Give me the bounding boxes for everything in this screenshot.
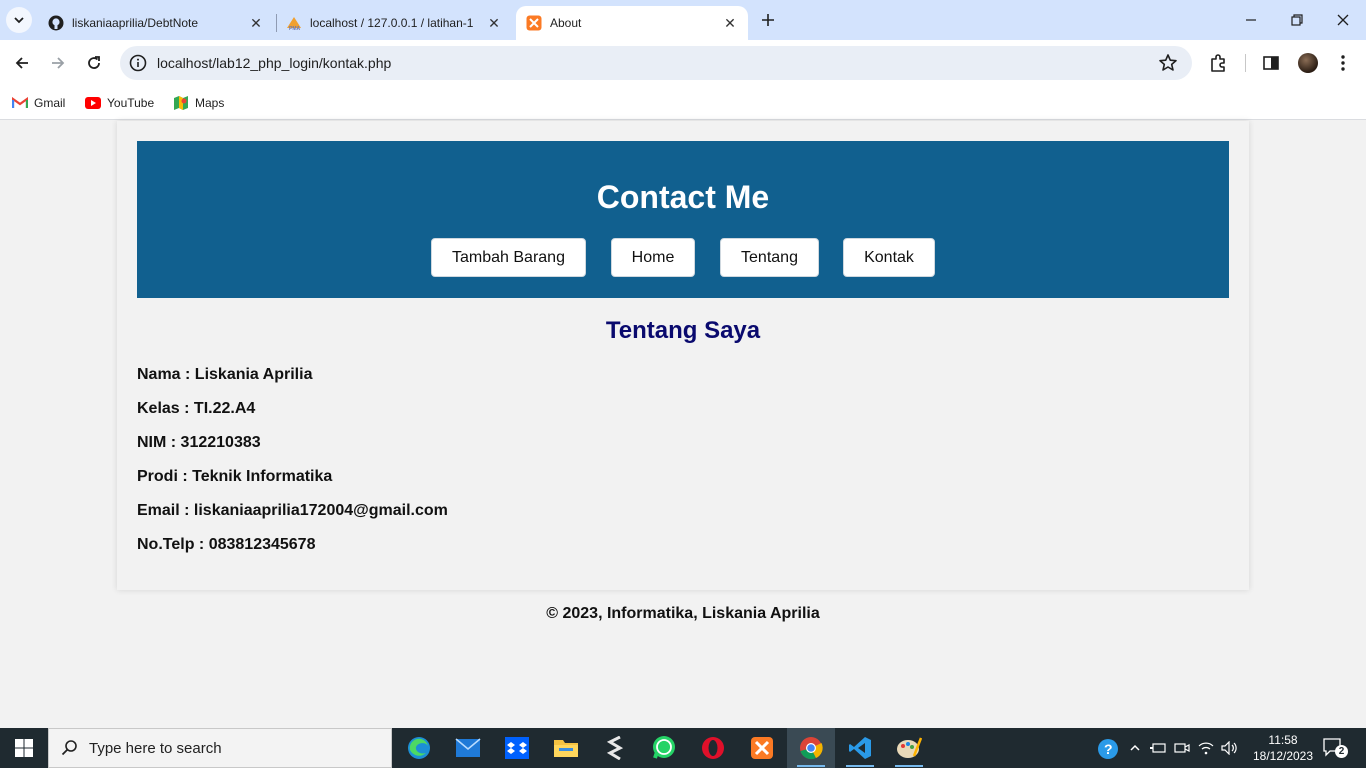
bookmark-label: Gmail [34,96,66,110]
info-telp: No.Telp : 083812345678 [137,536,316,553]
close-icon[interactable]: ✕ [486,15,502,31]
sublime-icon[interactable] [591,728,639,768]
bookmark-youtube[interactable]: YouTube [85,93,154,113]
reload-button[interactable] [80,49,108,77]
info-prodi: Prodi : Teknik Informatika [137,468,333,485]
forward-arrow-icon [52,57,65,69]
back-arrow-icon [15,57,28,69]
site-info-icon[interactable] [129,54,147,72]
search-placeholder: Type here to search [89,739,222,757]
phpmyadmin-icon: PMA [286,15,302,31]
page-header: Contact Me Tambah Barang Home Tentang Ko… [137,141,1229,298]
back-button[interactable] [8,49,36,77]
wifi-icon[interactable] [1196,738,1216,758]
section-title: Tentang Saya [605,317,761,344]
dropbox-icon[interactable] [493,728,541,768]
xampp-icon[interactable] [738,728,786,768]
file-explorer-icon[interactable] [542,728,590,768]
svg-text:?: ? [1104,741,1113,757]
close-icon[interactable]: ✕ [248,15,264,31]
url-text[interactable]: localhost/lab12_php_login/kontak.php [157,55,391,71]
page-footer: © 2023, Informatika, Liskania Aprilia [546,605,820,622]
side-panel-icon[interactable] [1260,52,1282,74]
notification-button[interactable]: 2 [1322,737,1348,759]
maps-icon [173,95,189,111]
chrome-icon[interactable] [787,728,835,768]
tab-github[interactable]: liskaniaaprilia/DebtNote ✕ [38,6,274,40]
opera-icon[interactable] [689,728,737,768]
gmail-icon [12,95,28,111]
svg-text:PMA: PMA [289,26,301,31]
browser-toolbar: localhost/lab12_php_login/kontak.php [0,40,1366,86]
info-kelas: Kelas : TI.22.A4 [137,400,256,417]
minimize-button[interactable] [1228,0,1274,40]
close-icon [1337,14,1349,26]
nav-kontak[interactable]: Kontak [843,238,935,277]
taskbar-search[interactable]: Type here to search [48,728,392,768]
close-window-button[interactable] [1320,0,1366,40]
volume-icon[interactable] [1220,738,1240,758]
profile-avatar[interactable] [1298,53,1318,73]
nav-tambah-barang[interactable]: Tambah Barang [431,238,586,277]
extensions-icon[interactable] [1207,52,1229,74]
taskbar: Type here to search ? 11:58 18/12/2023 2 [0,728,1366,768]
xampp-icon [526,15,542,31]
nav-home[interactable]: Home [611,238,695,277]
bookmark-gmail[interactable]: Gmail [12,93,65,113]
address-bar[interactable]: localhost/lab12_php_login/kontak.php [120,46,1192,80]
reload-icon [88,56,100,69]
info-nama: Nama : Liskania Aprilia [137,366,313,383]
content-container: Contact Me Tambah Barang Home Tentang Ko… [117,121,1249,590]
bookmark-label: YouTube [107,96,155,110]
page-viewport: Contact Me Tambah Barang Home Tentang Ko… [0,121,1366,728]
minimize-icon [1246,19,1256,21]
tab-strip: liskaniaaprilia/DebtNote ✕ PMA localhost… [0,0,1366,40]
tab-title: localhost / 127.0.0.1 / latihan-1 [310,16,474,30]
edge-icon[interactable] [395,728,443,768]
help-icon[interactable]: ? [1097,738,1119,760]
battery-network-icon[interactable] [1148,738,1168,758]
page-title: Contact Me [596,179,770,215]
youtube-icon [85,95,101,111]
tab-title: liskaniaaprilia/DebtNote [72,16,199,30]
bookmark-label: Maps [195,96,225,110]
meet-icon[interactable] [1172,738,1192,758]
start-button[interactable] [0,728,48,768]
nav-tentang[interactable]: Tentang [720,238,819,277]
close-icon[interactable]: ✕ [722,15,738,31]
more-menu-icon[interactable] [1332,52,1354,74]
new-tab-button[interactable] [756,8,780,32]
forward-button[interactable] [44,49,72,77]
clock-date: 18/12/2023 [1252,749,1314,763]
restore-button[interactable] [1274,0,1320,40]
info-email: Email : liskaniaaprilia172004@gmail.com [137,502,448,519]
tab-title: About [550,16,582,30]
plus-icon [762,14,774,26]
tab-about[interactable]: About ✕ [516,6,748,40]
bookmark-maps[interactable]: Maps [173,93,224,113]
mail-icon[interactable] [444,728,492,768]
restore-icon [1291,14,1303,26]
clock[interactable]: 11:58 18/12/2023 [1250,732,1316,764]
toolbar-divider [1245,54,1246,72]
github-icon [48,15,64,31]
whatsapp-icon[interactable] [640,728,688,768]
notification-count: 2 [1335,745,1348,758]
chevron-up-icon[interactable] [1125,738,1145,758]
paint-icon[interactable] [885,728,933,768]
chevron-down-icon [14,17,24,24]
vscode-icon[interactable] [836,728,884,768]
clock-time: 11:58 [1268,733,1298,747]
bookmark-star-icon[interactable] [1158,53,1178,73]
tab-search-button[interactable] [6,7,32,33]
windows-icon [15,739,33,757]
tab-phpmyadmin[interactable]: PMA localhost / 127.0.0.1 / latihan-1 ✕ [276,6,512,40]
bookmarks-bar: Gmail YouTube Maps [0,86,1366,120]
info-nim: NIM : 312210383 [137,434,261,451]
search-icon [61,740,77,756]
